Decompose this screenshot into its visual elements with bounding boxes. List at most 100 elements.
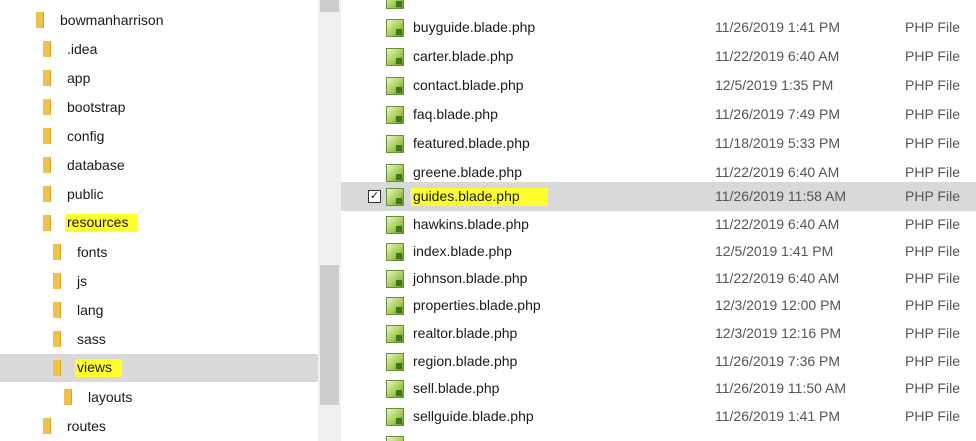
php-file-icon [386, 243, 404, 261]
folder-icon [53, 331, 61, 347]
file-name: carter.blade.php [413, 48, 514, 64]
tree-item-label: resources [65, 214, 139, 232]
folder-icon [43, 157, 51, 173]
tree-item-js[interactable]: js [0, 267, 318, 295]
file-name: featured.blade.php [413, 135, 530, 151]
folder-icon [53, 244, 61, 260]
file-row[interactable]: region.blade.php 11/26/2019 7:36 PM PHP … [341, 348, 976, 376]
file-name: realtor.blade.php [413, 325, 518, 341]
file-row[interactable]: hawkins.blade.php 11/22/2019 6:40 AM PHP… [341, 211, 976, 239]
tree-item-sass[interactable]: sass [0, 325, 318, 353]
file-name: properties.blade.php [413, 297, 541, 313]
file-type: PHP File [905, 216, 960, 232]
file-type: PHP File [905, 48, 960, 64]
file-row-selected[interactable]: ✓ guides.blade.php 11/26/2019 11:58 AM P… [341, 182, 976, 211]
tree-item-bowmanharrison[interactable]: bowmanharrison [0, 6, 318, 34]
file-type: PHP File [905, 380, 960, 396]
file-date: 11/26/2019 1:41 PM [715, 19, 841, 35]
file-name: hawkins.blade.php [413, 216, 529, 232]
file-row[interactable]: faq.blade.php 11/26/2019 7:49 PM PHP Fil… [341, 101, 976, 129]
file-row[interactable]: johnson.blade.php 11/22/2019 6:40 AM PHP… [341, 265, 976, 293]
php-file-icon [386, 408, 404, 426]
file-name: region.blade.php [413, 353, 518, 369]
tree-item-config[interactable]: config [0, 122, 318, 150]
tree-scrollbar-thumb[interactable] [320, 265, 339, 405]
file-date: 11/22/2019 6:40 AM [715, 216, 840, 232]
folder-icon [43, 186, 51, 202]
folder-icon [43, 99, 51, 115]
folder-icon [43, 215, 51, 231]
folder-icon [53, 360, 61, 376]
tree-item-label: views [75, 359, 123, 377]
file-type: PHP File [905, 188, 960, 204]
php-file-icon [386, 48, 404, 66]
php-file-icon [386, 188, 404, 206]
folder-icon [43, 70, 51, 86]
file-name: greene.blade.php [413, 164, 522, 180]
tree-item-label: routes [67, 418, 106, 434]
tree-item-label: app [67, 70, 91, 86]
row-checkbox[interactable]: ✓ [368, 190, 381, 203]
file-date: 11/26/2019 11:58 AM [715, 188, 847, 204]
file-list: buyguide.blade.php 11/26/2019 1:41 PM PH… [341, 0, 976, 441]
php-file-icon [386, 106, 404, 124]
tree-item-label: .idea [67, 41, 98, 57]
file-type: PHP File [905, 270, 960, 286]
file-name: buyguide.blade.php [413, 19, 536, 35]
tree-item-label: bowmanharrison [60, 12, 164, 28]
file-row-partial-top [341, 0, 976, 14]
tree-item-layouts[interactable]: layouts [0, 383, 318, 411]
php-file-icon [386, 19, 404, 37]
folder-icon [36, 12, 44, 28]
file-type: PHP File [905, 353, 960, 369]
file-name: johnson.blade.php [413, 270, 528, 286]
file-row[interactable]: properties.blade.php 12/3/2019 12:00 PM … [341, 292, 976, 320]
file-row[interactable]: sell.blade.php 11/26/2019 11:50 AM PHP F… [341, 375, 976, 403]
file-row[interactable]: realtor.blade.php 12/3/2019 12:16 PM PHP… [341, 320, 976, 348]
file-name: index.blade.php [413, 243, 512, 259]
tree-item-routes[interactable]: routes [0, 412, 318, 440]
file-date: 11/18/2019 5:33 PM [715, 135, 841, 151]
tree-item-resources[interactable]: resources [0, 209, 318, 237]
folder-icon [43, 418, 51, 434]
tree-item-label: layouts [88, 389, 133, 405]
file-row[interactable]: contact.blade.php 12/5/2019 1:35 PM PHP … [341, 72, 976, 100]
folder-tree: bowmanharrison .idea app bootstrap confi… [0, 0, 318, 441]
tree-item-idea[interactable]: .idea [0, 35, 318, 63]
file-row[interactable]: index.blade.php 12/5/2019 1:41 PM PHP Fi… [341, 238, 976, 266]
folder-icon [43, 128, 51, 144]
php-file-icon [386, 325, 404, 343]
file-date: 11/22/2019 6:40 AM [715, 164, 840, 180]
tree-item-label: database [67, 157, 125, 173]
file-type: PHP File [905, 408, 960, 424]
tree-item-label: fonts [77, 244, 108, 260]
php-file-icon [386, 164, 404, 182]
file-row[interactable]: sellguide.blade.php 11/26/2019 1:41 PM P… [341, 403, 976, 431]
tree-item-fonts[interactable]: fonts [0, 238, 318, 266]
tree-scrollbar-top[interactable] [320, 0, 339, 12]
file-type: PHP File [905, 243, 960, 259]
file-name: sellguide.blade.php [413, 408, 534, 424]
tree-item-lang[interactable]: lang [0, 296, 318, 324]
file-row[interactable]: carter.blade.php 11/22/2019 6:40 AM PHP … [341, 43, 976, 71]
tree-item-views[interactable]: views [0, 354, 318, 382]
tree-item-label: bootstrap [67, 99, 126, 115]
file-date: 12/5/2019 1:41 PM [715, 243, 834, 259]
file-row[interactable]: featured.blade.php 11/18/2019 5:33 PM PH… [341, 130, 976, 158]
tree-item-public[interactable]: public [0, 180, 318, 208]
file-date: 11/26/2019 7:49 PM [715, 106, 841, 122]
file-date: 12/5/2019 1:35 PM [715, 77, 834, 93]
file-type: PHP File [905, 135, 960, 151]
tree-item-bootstrap[interactable]: bootstrap [0, 93, 318, 121]
file-row[interactable]: buyguide.blade.php 11/26/2019 1:41 PM PH… [341, 14, 976, 42]
tree-item-app[interactable]: app [0, 64, 318, 92]
php-file-icon [386, 270, 404, 288]
tree-item-label: config [67, 128, 105, 144]
file-date: 11/26/2019 7:36 PM [715, 353, 841, 369]
tree-item-database[interactable]: database [0, 151, 318, 179]
file-type: PHP File [905, 297, 960, 313]
tree-item-label: public [67, 186, 104, 202]
php-file-icon [386, 353, 404, 371]
file-date: 11/22/2019 6:40 AM [715, 270, 840, 286]
php-file-icon [386, 436, 404, 441]
